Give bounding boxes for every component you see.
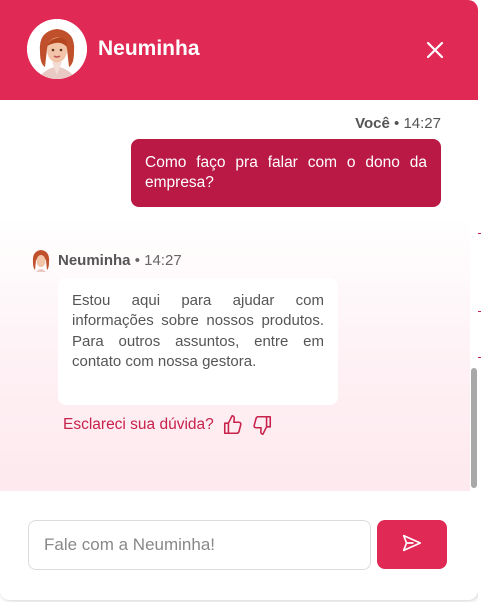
chat-widget: Neuminha Você • 14:27 Como faço pra fala… <box>0 0 478 600</box>
assistant-name: Neuminha <box>98 37 200 60</box>
avatar-illustration <box>27 19 87 79</box>
assistant-message-bubble: Estou aqui para ajudar com informações s… <box>58 278 338 405</box>
chat-header: Neuminha <box>0 0 478 100</box>
send-button[interactable] <box>377 520 447 569</box>
user-message-bubble: Como faço pra falar com o dono da empres… <box>131 139 441 207</box>
thumbs-up-button[interactable] <box>222 414 244 436</box>
user-message-meta: Você • 14:27 <box>355 115 441 132</box>
thumbs-up-icon[interactable] <box>222 414 244 436</box>
meta-separator: • <box>394 115 400 132</box>
thumbs-down-icon[interactable] <box>251 414 273 436</box>
send-icon[interactable] <box>401 532 423 554</box>
close-button[interactable] <box>424 39 446 61</box>
assistant-avatar <box>27 19 87 79</box>
assistant-small-avatar <box>30 248 52 272</box>
feedback-question: Esclareci sua dúvida? <box>63 416 214 433</box>
user-message-time: 14:27 <box>403 115 441 132</box>
thumbs-down-button[interactable] <box>251 414 273 436</box>
meta-separator: • <box>134 252 140 269</box>
assistant-message-time: 14:27 <box>144 252 182 269</box>
message-input[interactable] <box>28 520 371 570</box>
assistant-sender-name: Neuminha <box>58 252 131 269</box>
scrollbar-thumb[interactable] <box>471 368 477 488</box>
user-sender-name: Você <box>355 115 390 132</box>
assistant-message-meta: Neuminha • 14:27 <box>58 252 182 269</box>
close-icon[interactable] <box>424 39 446 61</box>
